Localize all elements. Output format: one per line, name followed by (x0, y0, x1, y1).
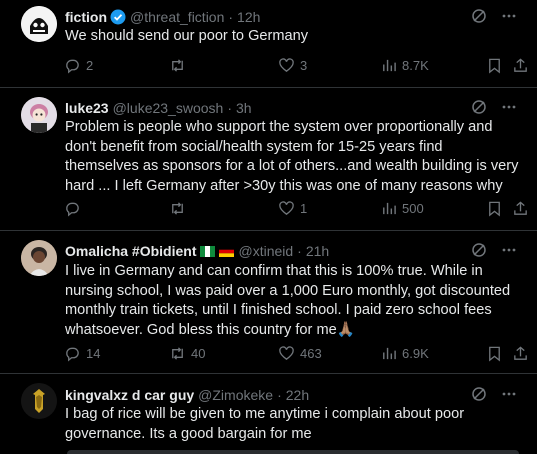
views-button[interactable]: 500 (380, 200, 424, 217)
grok-icon[interactable] (471, 99, 487, 118)
tweet-text: Problem is people who support the system… (65, 119, 519, 194)
like-button[interactable]: 3 (278, 57, 307, 74)
tweet-header: fiction @threat_fiction · 12h (65, 8, 517, 26)
display-name[interactable]: luke23 (65, 100, 109, 116)
tweet-text: I bag of rice will be given to me anytim… (65, 406, 465, 442)
avatar[interactable] (21, 6, 57, 42)
separator: · (277, 387, 282, 403)
bookmark-button[interactable] (486, 345, 503, 362)
handle[interactable]: @threat_fiction (130, 9, 224, 25)
view-count: 6.9K (402, 346, 429, 361)
tweet-header: luke23 @luke23_swoosh · 3h (65, 99, 517, 117)
view-count: 500 (402, 201, 424, 216)
header-icons (471, 242, 517, 261)
header-icons (471, 8, 517, 27)
tweet-header: kingvalxz d car guy @Zimokeke · 22h (65, 386, 517, 404)
views-icon (383, 59, 396, 72)
retweet-button[interactable]: 40 (169, 345, 205, 362)
like-count: 1 (300, 201, 308, 216)
retweet-button[interactable] (169, 200, 191, 217)
bookmark-icon (489, 58, 500, 74)
bookmark-icon (489, 201, 500, 217)
views-button[interactable]: 6.9K (380, 345, 429, 362)
share-icon (514, 346, 527, 360)
display-name[interactable]: fiction (65, 9, 107, 25)
media-preview-edge (67, 450, 519, 454)
reply-button[interactable] (64, 200, 86, 217)
like-count: 3 (300, 58, 308, 73)
views-icon (383, 347, 396, 360)
grok-icon[interactable] (471, 8, 487, 27)
reply-count: 2 (86, 58, 94, 73)
avatar[interactable] (21, 97, 57, 133)
handle[interactable]: @xtineid (238, 243, 293, 259)
like-button[interactable]: 1 (278, 200, 307, 217)
display-name[interactable]: Omalicha #Obidient (65, 243, 196, 259)
reply-icon (66, 59, 79, 74)
reply-icon (66, 347, 79, 362)
bookmark-button[interactable] (486, 57, 503, 74)
more-icon[interactable] (501, 242, 517, 261)
tweet-text: We should send our poor to Germany (65, 28, 309, 44)
tweet-text: I live in Germany and can confirm that t… (65, 263, 511, 338)
grok-icon[interactable] (471, 386, 487, 405)
tweet-actions: 1 500 (60, 200, 527, 220)
tweet-1[interactable]: fiction @threat_fiction · 12h We should … (0, 0, 537, 88)
heart-icon (279, 346, 294, 360)
heart-icon (279, 201, 294, 215)
share-button[interactable] (512, 345, 529, 362)
handle[interactable]: @luke23_swoosh (113, 100, 224, 116)
nigeria-flag-icon (200, 245, 216, 257)
bookmark-button[interactable] (486, 200, 503, 217)
tweet-actions: 2 3 8.7K (60, 57, 527, 77)
share-button[interactable] (512, 200, 529, 217)
tweet-header: Omalicha #Obidient @xtineid · 21h (65, 242, 517, 260)
timestamp[interactable]: 3h (236, 100, 252, 116)
more-icon[interactable] (501, 8, 517, 27)
tweet-actions: 14 40 463 6.9K (60, 345, 527, 365)
avatar[interactable] (21, 383, 57, 419)
like-count: 463 (300, 346, 322, 361)
header-icons (471, 99, 517, 118)
more-icon[interactable] (501, 99, 517, 118)
heart-icon (279, 58, 294, 72)
tweet-4[interactable]: kingvalxz d car guy @Zimokeke · 22h I ba… (0, 374, 537, 454)
like-button[interactable]: 463 (278, 345, 322, 362)
display-name[interactable]: kingvalxz d car guy (65, 387, 194, 403)
header-icons (471, 386, 517, 405)
reply-count: 14 (86, 346, 101, 361)
retweet-count: 40 (191, 346, 206, 361)
tweet-2[interactable]: luke23 @luke23_swoosh · 3h Problem is pe… (0, 88, 537, 231)
retweet-button[interactable] (169, 57, 191, 74)
grok-icon[interactable] (471, 242, 487, 261)
views-button[interactable]: 8.7K (380, 57, 429, 74)
separator: · (297, 243, 302, 259)
bookmark-icon (489, 346, 500, 362)
share-icon (514, 201, 527, 215)
retweet-icon (172, 347, 183, 360)
avatar[interactable] (21, 240, 57, 276)
views-icon (383, 202, 396, 215)
germany-flag-icon (219, 245, 235, 257)
reply-icon (66, 202, 79, 217)
separator: · (227, 100, 232, 116)
timestamp[interactable]: 12h (237, 9, 260, 25)
retweet-icon (172, 202, 183, 215)
retweet-icon (172, 59, 183, 72)
share-icon (514, 58, 527, 72)
verified-badge-icon (110, 9, 126, 25)
tweet-3[interactable]: Omalicha #Obidient @xtineid · 21h I live… (0, 231, 537, 374)
timestamp[interactable]: 21h (306, 243, 329, 259)
more-icon[interactable] (501, 386, 517, 405)
view-count: 8.7K (402, 58, 429, 73)
reply-button[interactable]: 2 (64, 57, 93, 74)
separator: · (228, 9, 234, 25)
handle[interactable]: @Zimokeke (198, 387, 273, 403)
reply-button[interactable]: 14 (64, 345, 100, 362)
timestamp[interactable]: 22h (286, 387, 309, 403)
share-button[interactable] (512, 57, 529, 74)
